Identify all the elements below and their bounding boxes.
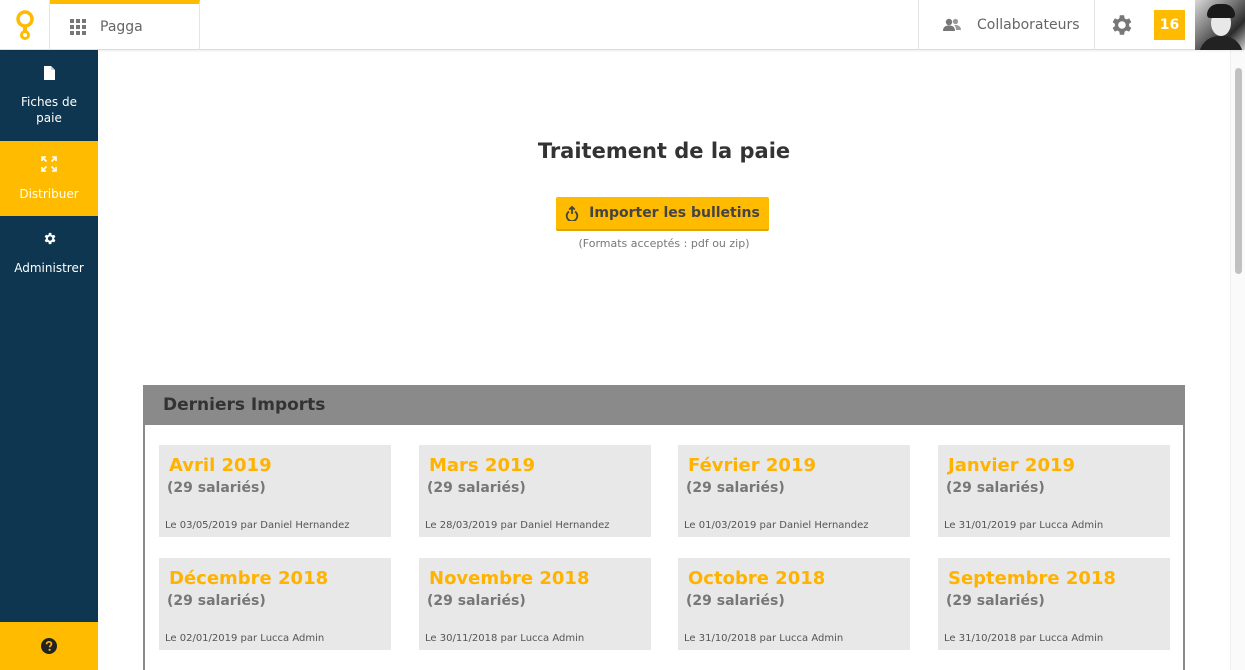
import-count: (29 salariés) [167, 480, 266, 496]
upload-icon [565, 205, 579, 221]
import-card[interactable]: Novembre 2018 (29 salariés) Le 30/11/201… [419, 558, 651, 650]
vertical-scrollbar[interactable] [1230, 50, 1245, 670]
import-month: Mars 2019 [429, 455, 536, 476]
sidebar-item-fiches-de-paie[interactable]: Fiches de paie [0, 50, 98, 141]
import-meta: Le 31/10/2018 par Lucca Admin [944, 633, 1104, 644]
users-icon [943, 18, 961, 31]
import-button-label: Importer les bulletins [589, 205, 760, 221]
document-icon [43, 65, 55, 80]
import-month: Janvier 2019 [948, 455, 1076, 476]
import-card[interactable]: Septembre 2018 (29 salariés) Le 31/10/20… [938, 558, 1170, 650]
import-month: Novembre 2018 [429, 568, 590, 589]
notification-badge[interactable]: 16 [1154, 10, 1185, 40]
collaborators-link[interactable]: Collaborateurs [918, 0, 1094, 50]
import-count: (29 salariés) [686, 480, 785, 496]
page-title: Traitement de la paie [537, 139, 791, 163]
import-meta: Le 31/10/2018 par Lucca Admin [684, 633, 844, 644]
expand-arrows-icon [41, 155, 57, 172]
import-meta: Le 02/01/2019 par Lucca Admin [165, 633, 325, 644]
import-card[interactable]: Décembre 2018 (29 salariés) Le 02/01/201… [159, 558, 391, 650]
import-month: Octobre 2018 [688, 568, 826, 589]
import-count: (29 salariés) [427, 480, 526, 496]
app-name: Pagga [100, 19, 143, 35]
import-card[interactable]: Janvier 2019 (29 salariés) Le 31/01/2019… [938, 445, 1170, 537]
import-meta: Le 03/05/2019 par Daniel Hernandez [165, 520, 350, 531]
scrollbar-thumb[interactable] [1235, 68, 1242, 274]
import-meta: Le 30/11/2018 par Lucca Admin [425, 633, 585, 644]
recent-imports-title: Derniers Imports [143, 385, 1185, 425]
recent-imports-panel: Derniers Imports Avril 2019 (29 salariés… [143, 385, 1185, 670]
help-button[interactable] [0, 622, 98, 670]
import-count: (29 salariés) [946, 593, 1045, 609]
import-count: (29 salariés) [686, 593, 785, 609]
import-payslips-button[interactable]: Importer les bulletins [556, 197, 769, 231]
user-avatar[interactable] [1195, 0, 1245, 50]
import-card[interactable]: Mars 2019 (29 salariés) Le 28/03/2019 pa… [419, 445, 651, 537]
sidebar-item-label: Distribuer [19, 186, 79, 201]
import-meta: Le 28/03/2019 par Daniel Hernandez [425, 520, 610, 531]
gear-icon [44, 232, 55, 245]
import-card[interactable]: Février 2019 (29 salariés) Le 01/03/2019… [678, 445, 910, 537]
help-icon [41, 638, 57, 654]
import-month: Avril 2019 [169, 455, 272, 476]
apps-grid-icon [70, 19, 86, 35]
lucca-logo[interactable] [0, 0, 50, 50]
sidebar-item-label: Administrer [14, 261, 84, 275]
sidebar: Fiches de paie Distribuer Administrer [0, 50, 98, 670]
import-month: Septembre 2018 [948, 568, 1116, 589]
settings-button[interactable] [1094, 0, 1146, 50]
import-count: (29 salariés) [167, 593, 266, 609]
formats-note: (Formats acceptés : pdf ou zip) [578, 237, 750, 250]
import-card[interactable]: Avril 2019 (29 salariés) Le 03/05/2019 p… [159, 445, 391, 537]
import-meta: Le 01/03/2019 par Daniel Hernandez [684, 520, 869, 531]
sidebar-item-distribuer[interactable]: Distribuer [0, 141, 98, 216]
app-switcher[interactable]: Pagga [50, 0, 200, 50]
collaborators-label: Collaborateurs [977, 17, 1080, 33]
import-month: Décembre 2018 [169, 568, 329, 589]
import-count: (29 salariés) [427, 593, 526, 609]
logo-icon [15, 10, 34, 40]
import-meta: Le 31/01/2019 par Lucca Admin [944, 520, 1104, 531]
sidebar-item-label: Fiches de paie [20, 94, 77, 125]
import-count: (29 salariés) [946, 480, 1045, 496]
sidebar-item-administrer[interactable]: Administrer [0, 216, 98, 291]
gear-icon [1112, 15, 1131, 35]
import-card[interactable]: Octobre 2018 (29 salariés) Le 31/10/2018… [678, 558, 910, 650]
import-month: Février 2019 [688, 455, 817, 476]
top-bar: Pagga Collaborateurs 16 [0, 0, 1245, 50]
